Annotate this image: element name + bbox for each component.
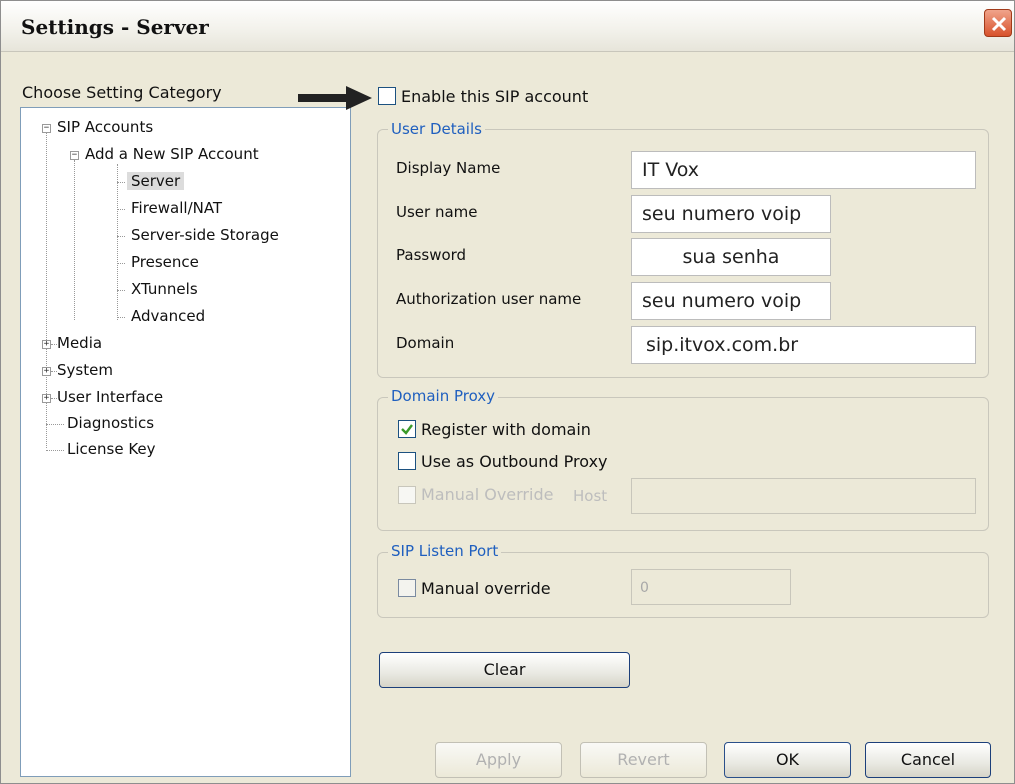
user-name-input[interactable]: seu numero voip <box>631 195 831 233</box>
tree-item-user-interface[interactable]: User Interface <box>57 388 163 406</box>
apply-button[interactable]: Apply <box>435 742 562 778</box>
auth-user-name-label: Authorization user name <box>396 290 582 308</box>
category-tree[interactable]: − SIP Accounts − Add a New SIP Account S… <box>20 107 351 777</box>
clear-button[interactable]: Clear <box>379 652 630 688</box>
enable-account-checkbox[interactable] <box>378 87 396 105</box>
tree-item-license-key[interactable]: License Key <box>67 440 156 458</box>
tree-line <box>74 160 75 320</box>
outbound-proxy-label: Use as Outbound Proxy <box>421 452 608 471</box>
category-label: Choose Setting Category <box>22 83 222 102</box>
tree-item-add-new-sip-account[interactable]: Add a New SIP Account <box>85 145 259 163</box>
tree-item-server-side-storage[interactable]: Server-side Storage <box>131 226 279 244</box>
close-icon <box>991 16 1007 32</box>
tree-line <box>117 236 125 237</box>
tree-item-server[interactable]: Server <box>127 172 185 190</box>
host-label: Host <box>573 487 608 505</box>
display-name-label: Display Name <box>396 159 501 177</box>
tree-line <box>117 290 125 291</box>
user-details-legend: User Details <box>388 120 485 138</box>
register-with-domain-label: Register with domain <box>421 420 591 439</box>
expand-toggle[interactable]: + <box>42 367 51 376</box>
tree-line <box>117 164 118 320</box>
register-with-domain-checkbox[interactable] <box>398 420 416 438</box>
sip-listen-port-legend: SIP Listen Port <box>388 542 502 560</box>
tree-item-xtunnels[interactable]: XTunnels <box>131 280 198 298</box>
manual-override-proxy-label: Manual Override <box>421 485 554 504</box>
title-bar[interactable]: Settings - Server <box>1 1 1014 52</box>
revert-button[interactable]: Revert <box>580 742 707 778</box>
arrow-pointer-icon <box>298 86 372 110</box>
password-input[interactable]: sua senha <box>631 238 831 276</box>
manual-override-port-checkbox[interactable] <box>398 579 416 597</box>
tree-item-sip-accounts[interactable]: SIP Accounts <box>57 118 153 136</box>
tree-line <box>117 263 125 264</box>
tree-item-presence[interactable]: Presence <box>131 253 199 271</box>
manual-override-port-label: Manual override <box>421 579 551 598</box>
user-name-label: User name <box>396 203 478 221</box>
manual-override-proxy-checkbox[interactable] <box>398 486 416 504</box>
tree-line <box>46 424 64 425</box>
tree-line <box>117 182 125 183</box>
tree-item-advanced[interactable]: Advanced <box>131 307 205 325</box>
outbound-proxy-checkbox[interactable] <box>398 452 416 470</box>
tree-line <box>117 317 125 318</box>
domain-proxy-legend: Domain Proxy <box>388 387 499 405</box>
listen-port-input[interactable]: 0 <box>631 569 791 605</box>
tree-line <box>117 209 125 210</box>
domain-input[interactable]: sip.itvox.com.br <box>631 326 976 364</box>
display-name-input[interactable]: IT Vox <box>631 151 976 189</box>
tree-item-media[interactable]: Media <box>57 334 102 352</box>
tree-item-firewall-nat[interactable]: Firewall/NAT <box>131 199 222 217</box>
collapse-toggle[interactable]: − <box>42 124 51 133</box>
window-title: Settings - Server <box>21 15 209 39</box>
ok-button[interactable]: OK <box>724 742 851 778</box>
expand-toggle[interactable]: + <box>42 340 51 349</box>
password-label: Password <box>396 246 467 264</box>
host-input[interactable] <box>631 478 976 514</box>
tree-item-diagnostics[interactable]: Diagnostics <box>67 414 154 432</box>
tree-line <box>46 450 64 451</box>
checkmark-icon <box>401 424 413 435</box>
cancel-button[interactable]: Cancel <box>865 742 991 778</box>
domain-label: Domain <box>396 334 455 352</box>
enable-account-label: Enable this SIP account <box>401 87 589 106</box>
expand-toggle[interactable]: + <box>42 394 51 403</box>
collapse-toggle[interactable]: − <box>70 151 79 160</box>
close-button[interactable] <box>984 9 1012 37</box>
settings-window: Settings - Server Choose Setting Categor… <box>0 0 1015 784</box>
tree-item-system[interactable]: System <box>57 361 113 379</box>
auth-user-name-input[interactable]: seu numero voip <box>631 282 831 320</box>
